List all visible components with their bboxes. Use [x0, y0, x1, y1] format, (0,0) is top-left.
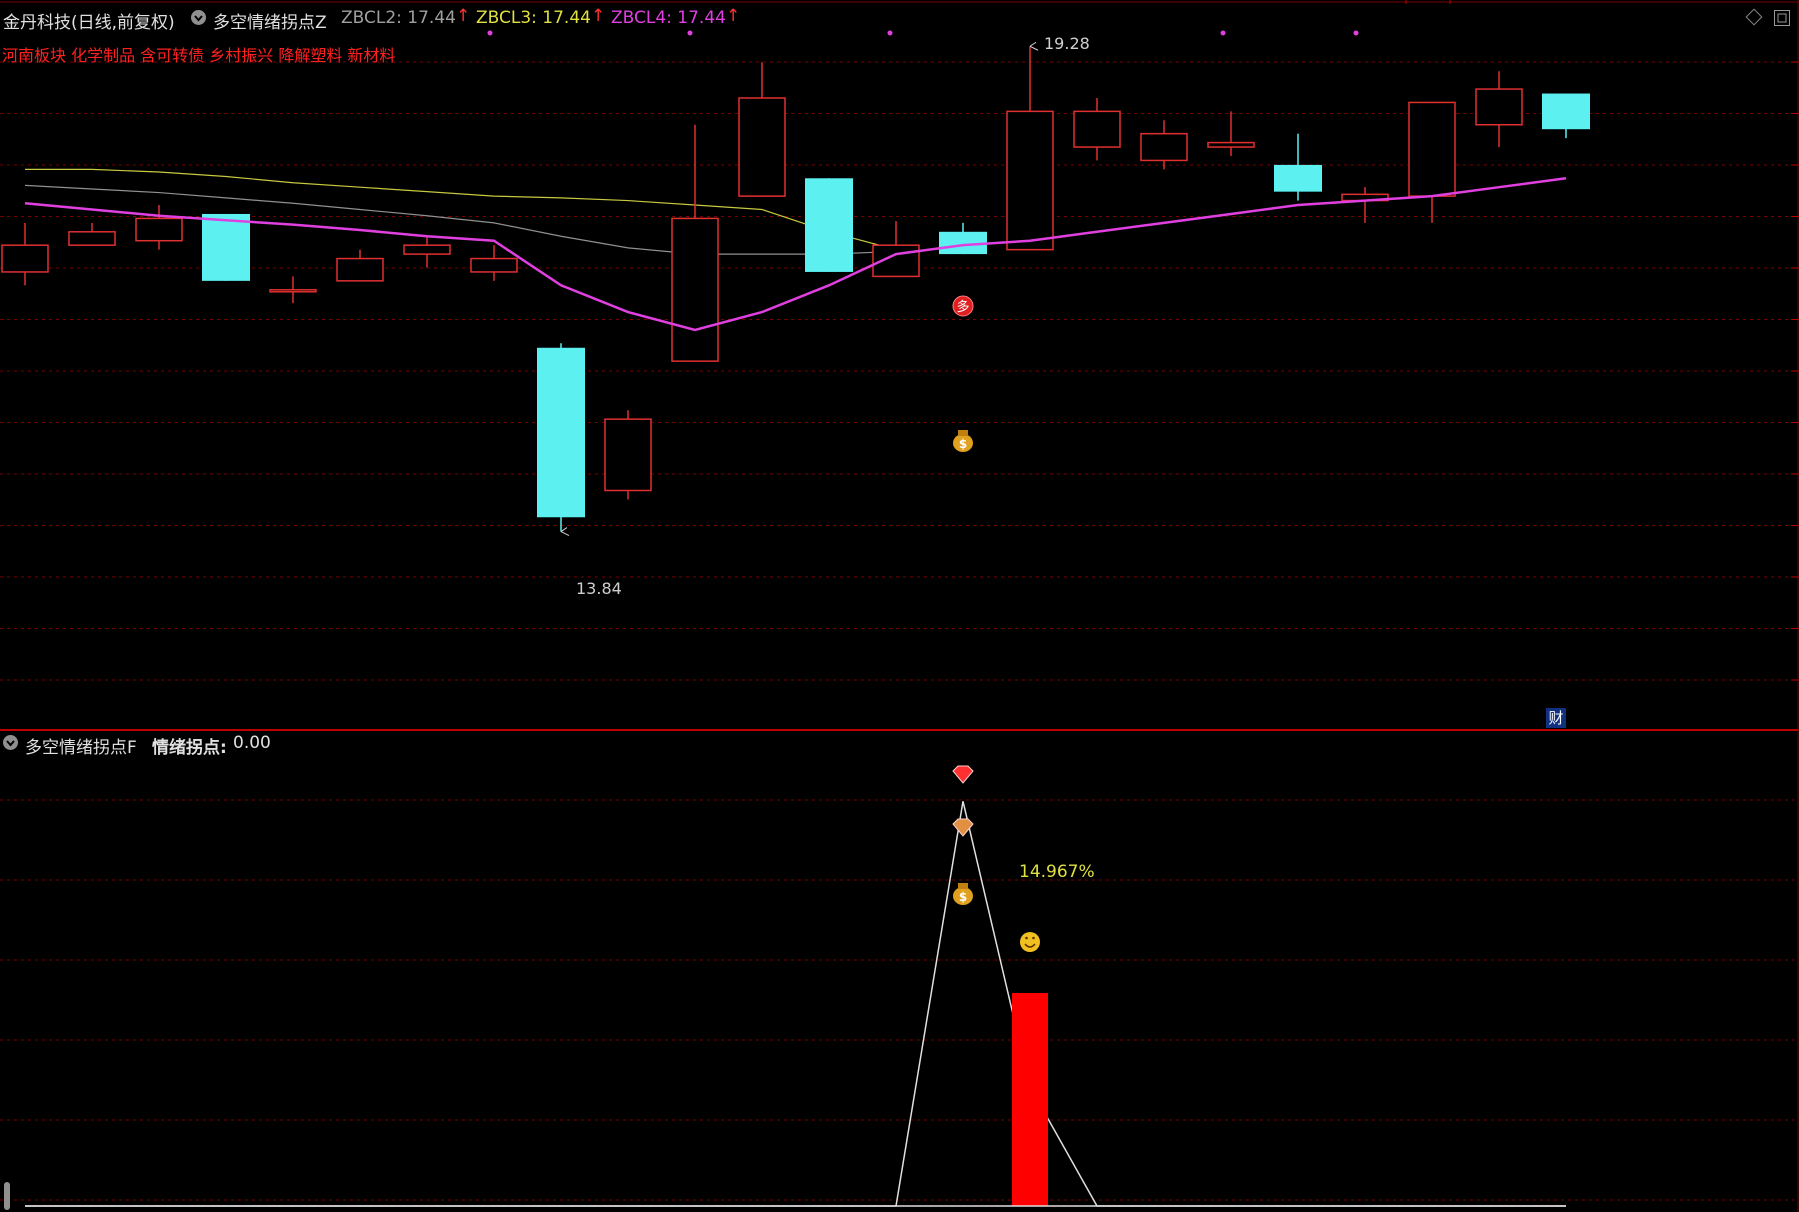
- zbcl3-value: ZBCL3: 17.44: [476, 8, 591, 28]
- money-bag-icon-symbol: $: [959, 437, 967, 451]
- emotion-bar: [1012, 993, 1048, 1206]
- candle-body-up: [336, 257, 384, 282]
- sub-pane[interactable]: $: [4, 765, 1566, 1210]
- candle-body-up: [470, 257, 518, 273]
- zbcl4-arrow-icon: ↑: [726, 6, 741, 26]
- money-bag-icon-tie: [958, 430, 968, 436]
- candle-body-up: [269, 289, 317, 293]
- finance-badge[interactable]: 财: [1546, 708, 1566, 728]
- low-arrow-icon: [560, 527, 570, 536]
- smile-icon: [1020, 932, 1040, 952]
- percent-annotation: 14.967%: [1019, 862, 1095, 882]
- candle-body-up: [403, 244, 451, 255]
- candle-body-up: [738, 97, 786, 197]
- candle-body-down: [202, 213, 250, 281]
- smile-eye: [1025, 936, 1028, 940]
- candle-body-down: [537, 347, 585, 518]
- high-price-marker: 19.28: [1044, 34, 1090, 53]
- signal-dot: [887, 30, 893, 36]
- candle-body-up: [1006, 110, 1054, 251]
- zbcl2-arrow-icon: ↑: [456, 6, 471, 26]
- candle-body-up: [1073, 110, 1121, 148]
- window-restore-icon[interactable]: [1774, 10, 1790, 26]
- candle-body-up: [1140, 132, 1188, 162]
- sub-indicator-name: 多空情绪拐点F: [25, 738, 137, 758]
- long-signal-label: 多: [956, 299, 969, 315]
- candle-body-up: [1408, 101, 1456, 197]
- scroll-handle: [4, 1182, 10, 1210]
- zbcl2-value: ZBCL2: 17.44: [341, 8, 456, 28]
- candle-body-down: [805, 178, 853, 272]
- emotion-line: [25, 801, 1566, 1207]
- candle-body-up: [68, 231, 116, 246]
- signal-dot: [687, 30, 693, 36]
- money-bag-small-icon-symbol: $: [959, 890, 967, 904]
- smile-eye: [1032, 936, 1035, 940]
- diamond-red-icon: [952, 765, 974, 784]
- stock-chart[interactable]: 多$ $: [0, 0, 1799, 1212]
- candle-body-up: [135, 217, 183, 242]
- indicator-name: 多空情绪拐点Z: [213, 13, 327, 33]
- indicator-menu-icon[interactable]: [191, 10, 206, 25]
- candle-body-down: [1542, 93, 1590, 130]
- money-bag-small-icon-tie: [958, 883, 968, 889]
- emotion-value-label: 情绪拐点:: [152, 738, 227, 758]
- emotion-value: 0.00: [233, 733, 271, 753]
- sub-indicator-menu-icon[interactable]: [3, 735, 18, 750]
- grid-lines: [0, 0, 1799, 1212]
- signal-dot: [1220, 30, 1226, 36]
- zbcl3-arrow-icon: ↑: [591, 6, 606, 26]
- sector-tags: 河南板块 化学制品 含可转债 乡村振兴 降解塑料 新材料: [2, 46, 396, 65]
- high-arrow-icon: [1029, 41, 1039, 51]
- signal-dot: [1353, 30, 1359, 36]
- stock-name: 金丹科技(日线,前复权): [3, 13, 175, 33]
- main-pane[interactable]: 多$: [1, 41, 1590, 536]
- candle-body-up: [1, 244, 49, 273]
- candle-body-up: [671, 217, 719, 362]
- candle-body-up: [1475, 88, 1523, 126]
- candle-body-up: [1207, 141, 1255, 148]
- candle-body-up: [604, 418, 652, 492]
- zbcl4-value: ZBCL4: 17.44: [611, 8, 726, 28]
- low-price-marker: 13.84: [576, 579, 622, 598]
- candle-body-down: [1274, 164, 1322, 192]
- signal-dot: [487, 30, 493, 36]
